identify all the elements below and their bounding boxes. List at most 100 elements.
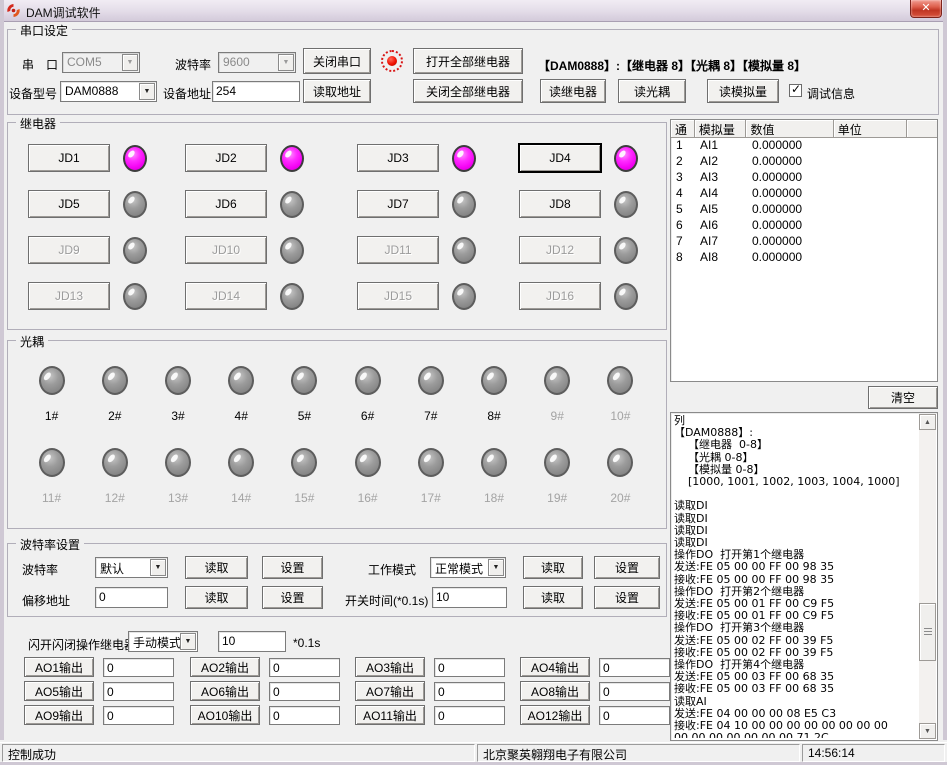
ao-input-11[interactable]: 0	[434, 706, 505, 725]
ao-button-11[interactable]: AO11输出	[355, 705, 425, 725]
ao-button-10[interactable]: AO10输出	[190, 705, 260, 725]
ao-button-1[interactable]: AO1输出	[24, 657, 94, 677]
ao-input-10[interactable]: 0	[269, 706, 340, 725]
read-analog-button[interactable]: 读模拟量	[707, 79, 779, 103]
ao-input-5[interactable]: 0	[103, 682, 174, 701]
switch-time-set-button[interactable]: 设置	[594, 586, 660, 609]
scroll-down-icon[interactable]: ▼	[919, 723, 936, 739]
relay-button-jd5[interactable]: JD5	[28, 190, 110, 218]
offset-addr-input[interactable]: 0	[95, 587, 168, 608]
ao-button-5[interactable]: AO5输出	[24, 681, 94, 701]
relay-button-jd10[interactable]: JD10	[185, 236, 267, 264]
ao-input-1[interactable]: 0	[103, 658, 174, 677]
relay-led-jd13	[123, 283, 147, 310]
opto-led-14	[228, 448, 254, 477]
ao-input-6[interactable]: 0	[269, 682, 340, 701]
opto-label: 5#	[298, 409, 311, 423]
work-mode-read-button[interactable]: 读取	[523, 556, 583, 579]
read-opto-button[interactable]: 读光耦	[618, 79, 686, 103]
debug-info-checkbox[interactable]: ✓	[789, 84, 802, 97]
ao-input-3[interactable]: 0	[434, 658, 505, 677]
chevron-down-icon[interactable]: ▼	[122, 54, 138, 71]
relay-cell-jd15: JD15	[357, 273, 519, 319]
chevron-down-icon[interactable]: ▼	[488, 559, 504, 576]
relay-cell-jd13: JD13	[28, 273, 185, 319]
relay-button-jd9[interactable]: JD9	[28, 236, 110, 264]
offset-read-button[interactable]: 读取	[185, 586, 248, 609]
opto-cell-5: 5#	[273, 366, 336, 423]
ao-button-2[interactable]: AO2输出	[190, 657, 260, 677]
baudrate-read-button[interactable]: 读取	[185, 556, 248, 579]
open-all-relays-button[interactable]: 打开全部继电器	[413, 48, 523, 74]
relay-button-jd12[interactable]: JD12	[519, 236, 601, 264]
relay-button-jd3[interactable]: JD3	[357, 144, 439, 172]
ao-button-8[interactable]: AO8输出	[520, 681, 590, 701]
ao-input-12[interactable]: 0	[599, 706, 670, 725]
chevron-down-icon[interactable]: ▼	[180, 633, 196, 650]
model-select[interactable]: DAM0888 ▼	[60, 81, 157, 102]
addr-input[interactable]: 254	[212, 81, 300, 102]
ao-input-9[interactable]: 0	[103, 706, 174, 725]
relay-cell-jd2: JD2	[185, 135, 357, 181]
ao-button-3[interactable]: AO3输出	[355, 657, 425, 677]
opto-led-12	[102, 448, 128, 477]
relay-led-jd15	[452, 283, 476, 310]
baudrate-set-button[interactable]: 设置	[262, 556, 323, 579]
baud-select[interactable]: 9600 ▼	[218, 52, 296, 73]
relay-button-jd6[interactable]: JD6	[185, 190, 267, 218]
relay-button-jd13[interactable]: JD13	[28, 282, 110, 310]
read-relay-button[interactable]: 读继电器	[540, 79, 606, 103]
close-all-relays-button[interactable]: 关闭全部继电器	[413, 79, 523, 103]
relay-button-jd14[interactable]: JD14	[185, 282, 267, 310]
ao-button-6[interactable]: AO6输出	[190, 681, 260, 701]
ao-input-8[interactable]: 0	[599, 682, 670, 701]
relay-led-jd6	[280, 191, 304, 218]
relay-button-jd15[interactable]: JD15	[357, 282, 439, 310]
switch-time-input[interactable]: 10	[432, 587, 507, 608]
relay-led-jd14	[280, 283, 304, 310]
relay-button-jd8[interactable]: JD8	[519, 190, 601, 218]
close-serial-button[interactable]: 关闭串口	[303, 48, 371, 74]
relay-led-jd1	[123, 145, 147, 172]
switch-time-read-button[interactable]: 读取	[523, 586, 583, 609]
ao-button-9[interactable]: AO9输出	[24, 705, 94, 725]
work-mode-set-button[interactable]: 设置	[594, 556, 660, 579]
analog-cell: 5	[671, 202, 695, 218]
ao-button-7[interactable]: AO7输出	[355, 681, 425, 701]
scroll-up-icon[interactable]: ▲	[919, 414, 936, 430]
relay-button-jd7[interactable]: JD7	[357, 190, 439, 218]
opto-label: 12#	[105, 491, 125, 505]
opto-cell-10: 10#	[589, 366, 652, 423]
offset-set-button[interactable]: 设置	[262, 586, 323, 609]
relay-button-jd2[interactable]: JD2	[185, 144, 267, 172]
chevron-down-icon[interactable]: ▼	[139, 83, 155, 100]
clear-log-button[interactable]: 清空	[868, 386, 938, 409]
ao-input-2[interactable]: 0	[269, 658, 340, 677]
read-addr-button[interactable]: 读取地址	[303, 79, 371, 103]
port-select[interactable]: COM5 ▼	[62, 52, 140, 73]
relay-button-jd1[interactable]: JD1	[28, 144, 110, 172]
opto-led-2	[102, 366, 128, 395]
port-label: 串 口	[22, 56, 58, 73]
ao-button-4[interactable]: AO4输出	[520, 657, 590, 677]
relay-button-jd4[interactable]: JD4	[519, 144, 601, 172]
ao-button-12[interactable]: AO12输出	[520, 705, 590, 725]
table-row: 1AI10.000000	[671, 138, 937, 154]
baudrate-select[interactable]: 默认 ▼	[95, 557, 168, 578]
relay-cell-jd10: JD10	[185, 227, 357, 273]
close-button[interactable]: ✕	[910, 0, 942, 18]
work-mode-select[interactable]: 正常模式 ▼	[430, 557, 506, 578]
scrollbar-thumb[interactable]	[919, 603, 936, 661]
opto-row-2: 11#12#13#14#15#16#17#18#19#20#	[20, 448, 652, 505]
chevron-down-icon[interactable]: ▼	[278, 54, 294, 71]
chevron-down-icon[interactable]: ▼	[150, 559, 166, 576]
work-mode-label: 工作模式	[368, 561, 416, 578]
log-scrollbar[interactable]: ▲ ▼	[919, 414, 936, 739]
ao-input-4[interactable]: 0	[599, 658, 670, 677]
relay-button-jd16[interactable]: JD16	[519, 282, 601, 310]
flash-time-input[interactable]: 10	[218, 631, 286, 652]
analog-header-cell: 数值	[746, 120, 833, 138]
relay-button-jd11[interactable]: JD11	[357, 236, 439, 264]
flash-mode-select[interactable]: 手动模式 ▼	[128, 631, 198, 652]
ao-input-7[interactable]: 0	[434, 682, 505, 701]
